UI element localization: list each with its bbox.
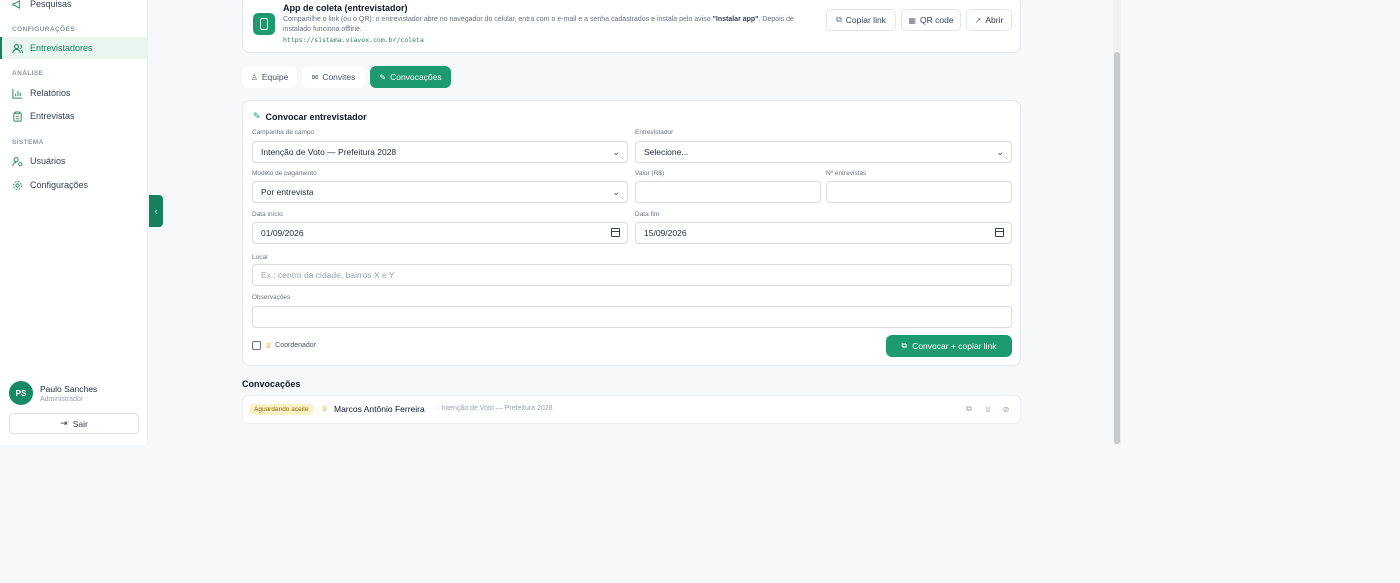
avatar: PS xyxy=(9,381,33,405)
qr-icon: ▦ xyxy=(908,15,916,25)
mail-icon: ✉ xyxy=(311,72,319,82)
modelo-label: Modelo de pagamento xyxy=(252,170,317,177)
convocacao-campaign: · Intenção de Voto — Prefeitura 2028 xyxy=(437,405,553,412)
sidebar-item-label: Configurações xyxy=(30,180,89,190)
copy-icon[interactable]: ⧉ xyxy=(964,404,974,414)
chevron-down-icon: ⌄ xyxy=(996,147,1004,157)
external-link-icon: ↗ xyxy=(974,15,982,25)
sidebar-collapse-button[interactable]: ‹ xyxy=(149,195,163,227)
cancel-icon[interactable]: ⊘ xyxy=(1001,404,1011,414)
sidebar-item-entrevistadores[interactable]: Entrevistadores xyxy=(0,37,148,59)
section-label-sistema: SISTEMA xyxy=(12,139,44,146)
users-icon xyxy=(12,43,23,54)
observacoes-input[interactable] xyxy=(252,306,1012,328)
crown-toggle-icon[interactable]: ♕ xyxy=(983,404,993,414)
sidebar-item-label: Entrevistas xyxy=(30,111,75,121)
sidebar-item-relatorios[interactable]: Relatórios xyxy=(0,82,148,104)
sidebar-item-label: Entrevistadores xyxy=(30,43,93,53)
calendar-icon[interactable] xyxy=(611,228,620,237)
data-fim-label: Data fim xyxy=(635,211,660,218)
campanha-select[interactable]: Intenção de Voto — Prefeitura 2028 ⌄ xyxy=(252,141,628,163)
convocacoes-title: Convocações xyxy=(242,379,301,389)
local-label: Local xyxy=(252,254,268,261)
entrevistador-select[interactable]: Selecione... ⌄ xyxy=(635,141,1012,163)
sidebar-item-label: Usuários xyxy=(30,156,66,166)
chevron-left-icon: ‹ xyxy=(154,206,158,216)
qr-code-button[interactable]: ▦ QR code xyxy=(901,9,961,31)
user-role: Administrador xyxy=(40,395,84,403)
clipboard-icon xyxy=(12,110,23,122)
coordenador-label: ♕ Coordenador xyxy=(265,341,317,350)
local-input[interactable]: Ex.: centro da cidade, bairros X e Y xyxy=(252,264,1012,286)
campanha-label: Campanha de campo xyxy=(252,129,315,136)
logout-label: Sair xyxy=(72,418,88,429)
user-profile: PS Paulo Sanches Administrador xyxy=(9,381,97,405)
sidebar-item-label: Relatórios xyxy=(30,88,71,98)
chevron-down-icon: ⌄ xyxy=(612,187,620,197)
sidebar-item-pesquisas[interactable]: Pesquisas xyxy=(0,0,148,15)
sidebar-item-usuarios[interactable]: Usuários xyxy=(0,150,148,172)
copy-icon: ⧉ xyxy=(901,341,908,350)
valor-label: Valor (R$) xyxy=(635,170,665,177)
copy-link-button[interactable]: ⧉ Copiar link xyxy=(826,9,896,31)
data-inicio-label: Data início xyxy=(252,211,283,218)
n-entrevistas-label: Nº entrevistas xyxy=(826,170,867,177)
crown-icon: ♕ xyxy=(321,404,329,413)
app-url: https://sistema.viavox.com.br/coleta xyxy=(283,36,424,44)
app-window: Pesquisas CONFIGURAÇÕES Entrevistadores … xyxy=(0,0,1148,445)
modelo-pagamento-select[interactable]: Por entrevista ⌄ xyxy=(252,181,628,203)
sidebar-item-label: Pesquisas xyxy=(30,0,72,9)
valor-input[interactable] xyxy=(635,181,821,203)
user-gear-icon xyxy=(12,156,23,167)
edit-icon: ✎ xyxy=(253,111,261,121)
section-label-configuracoes: CONFIGURAÇÕES xyxy=(12,26,75,33)
copy-icon: ⧉ xyxy=(836,15,842,24)
calendar-icon[interactable] xyxy=(995,228,1004,237)
gear-icon xyxy=(12,180,23,191)
convocar-copiar-link-button[interactable]: ⧉ Convocar + copiar link xyxy=(886,335,1012,357)
app-card-title: App de coleta (entrevistador) xyxy=(283,3,408,13)
tab-equipe[interactable]: ♙ Equipe xyxy=(242,66,297,88)
edit-icon: ✎ xyxy=(379,72,387,82)
n-entrevistas-input[interactable] xyxy=(826,181,1012,203)
chevron-down-icon: ⌄ xyxy=(612,147,620,157)
megaphone-icon xyxy=(12,0,23,10)
chart-icon xyxy=(12,88,23,99)
user-name: Paulo Sanches xyxy=(40,383,98,394)
logout-icon: ⇥ xyxy=(60,418,68,428)
data-inicio-input[interactable]: 01/09/2026 xyxy=(252,222,628,244)
observacoes-label: Observações xyxy=(252,294,291,301)
user-icon: ♙ xyxy=(250,72,258,82)
smartphone-icon xyxy=(253,13,275,35)
section-label-analise: ANÁLISE xyxy=(12,70,44,77)
app-coleta-card: App de coleta (entrevistador) Compartilh… xyxy=(242,0,1021,53)
coordenador-checkbox[interactable] xyxy=(252,341,261,350)
convocacao-name: Marcos Antônio Ferreira xyxy=(334,404,425,414)
blank-area-bottom xyxy=(0,445,1400,583)
scrollbar-thumb[interactable] xyxy=(1114,52,1120,444)
blank-area-right xyxy=(1148,0,1400,445)
sidebar: Pesquisas CONFIGURAÇÕES Entrevistadores … xyxy=(0,0,148,445)
sidebar-item-entrevistas[interactable]: Entrevistas xyxy=(0,105,148,127)
form-title: ✎ Convocar entrevistador xyxy=(253,111,367,122)
tab-convites[interactable]: ✉ Convites xyxy=(302,66,365,88)
tab-convocacoes[interactable]: ✎ Convocações xyxy=(370,66,451,88)
open-button[interactable]: ↗ Abrir xyxy=(966,9,1012,31)
sidebar-item-configuracoes[interactable]: Configurações xyxy=(0,174,148,196)
app-card-description: Compartilhe o link (ou o QR): o entrevis… xyxy=(283,16,794,33)
data-fim-input[interactable]: 15/09/2026 xyxy=(635,222,1012,244)
logout-button[interactable]: ⇥ Sair xyxy=(9,413,139,434)
status-badge: Aguardando aceite xyxy=(250,404,313,415)
crown-icon: ♕ xyxy=(265,341,273,350)
entrevistador-label: Entrevistador xyxy=(635,129,674,136)
